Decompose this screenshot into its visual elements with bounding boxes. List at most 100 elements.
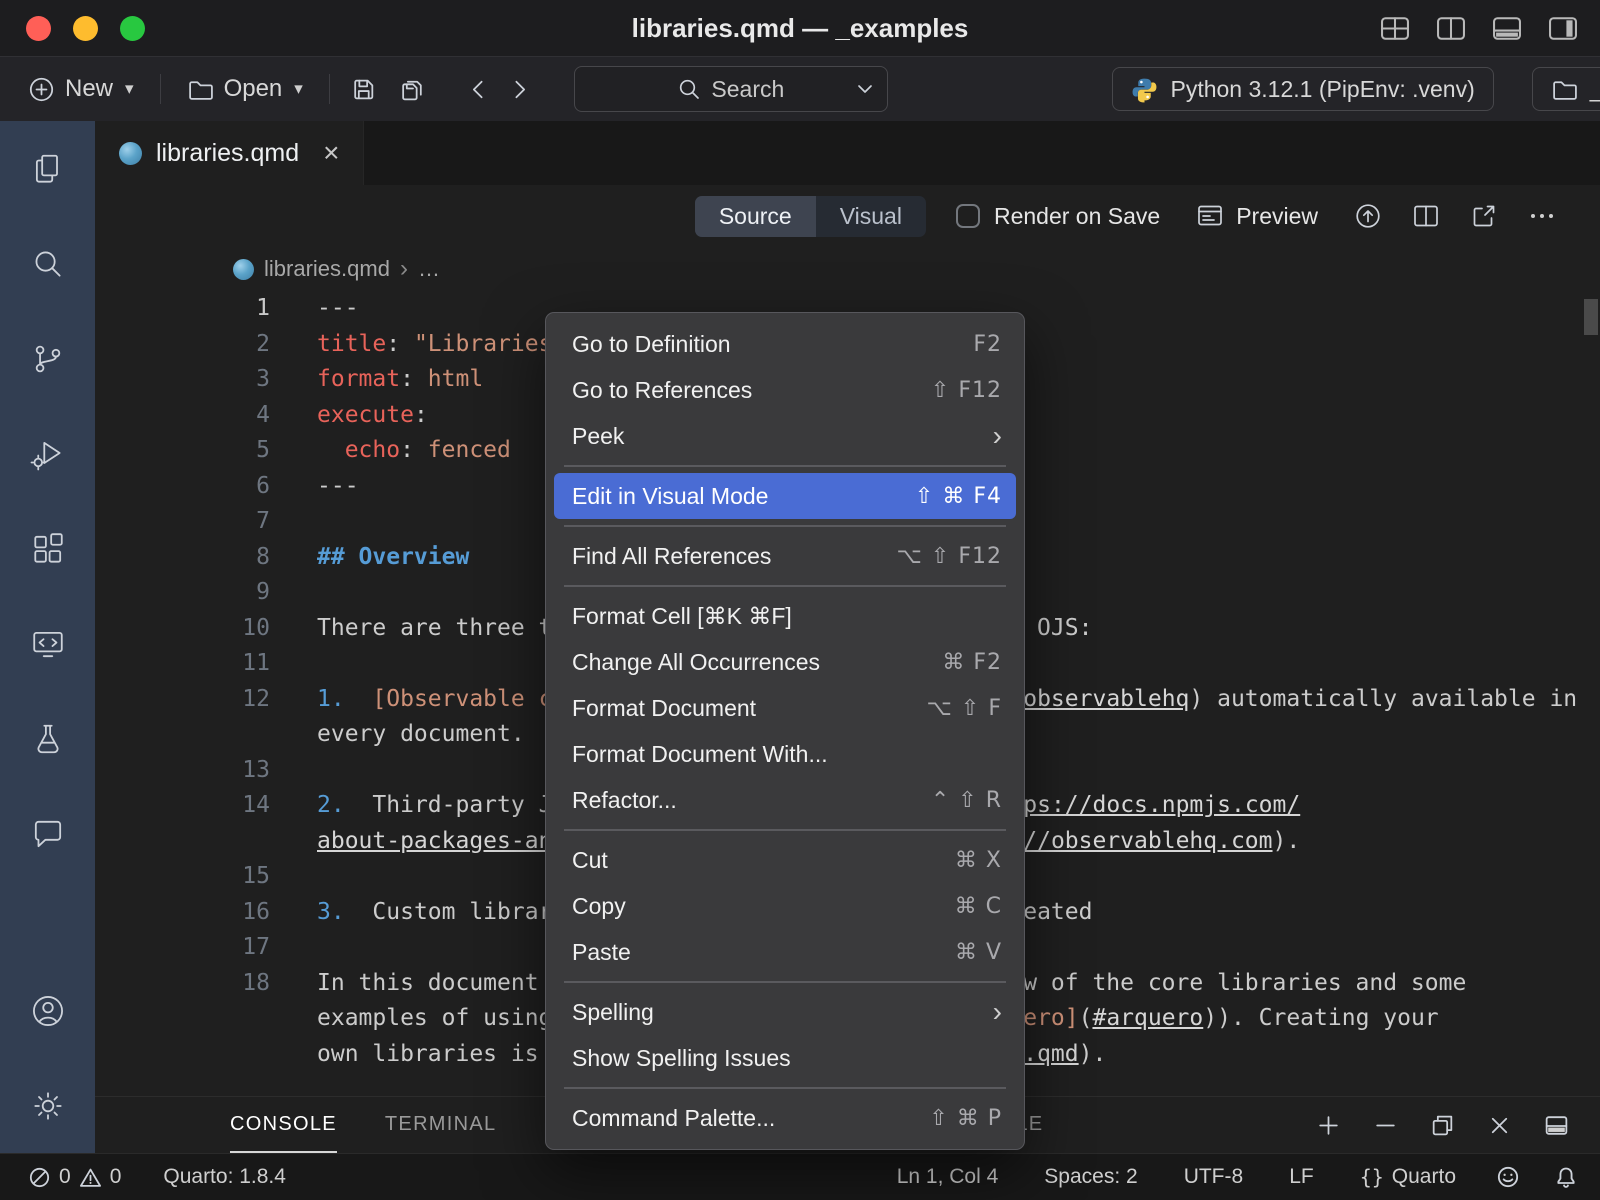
menu-item-format-document-with[interactable]: Format Document With...	[554, 731, 1016, 777]
workspace-button[interactable]: _examples	[1532, 67, 1600, 111]
breadcrumb-more[interactable]: …	[418, 256, 440, 282]
activity-bar	[0, 121, 95, 1153]
language-mode-status[interactable]: {} Quarto	[1354, 1164, 1462, 1190]
notifications-button[interactable]	[1554, 1165, 1578, 1189]
render-on-save-checkbox[interactable]	[956, 204, 980, 228]
preview-button[interactable]: Preview	[1190, 201, 1324, 231]
search-dropdown[interactable]	[855, 79, 875, 99]
sidebar-item-explorer[interactable]	[0, 121, 95, 216]
feedback-button[interactable]	[1496, 1165, 1520, 1189]
window-controls	[0, 16, 145, 41]
folder-icon	[1551, 76, 1578, 103]
main-toolbar: New ▾ Open ▾ Search	[0, 56, 1600, 121]
sidebar-item-run-debug[interactable]	[0, 406, 95, 501]
sidebar-item-testing[interactable]	[0, 691, 95, 786]
line-number: 18	[95, 966, 270, 1002]
open-button[interactable]: Open ▾	[181, 74, 309, 104]
menu-item-cut[interactable]: Cut⌘ X	[554, 837, 1016, 883]
code-text: execute:	[317, 398, 428, 434]
tab-source-mode[interactable]: Source	[695, 196, 816, 237]
menu-item-show-spelling-issues[interactable]: Show Spelling Issues	[554, 1035, 1016, 1081]
toggle-panel-button[interactable]	[1492, 16, 1522, 41]
restore-panel-button[interactable]	[1429, 1112, 1456, 1139]
save-all-icon	[399, 76, 426, 103]
open-in-new-window-button[interactable]	[1470, 202, 1498, 230]
cursor-position-status[interactable]: Ln 1, Col 4	[891, 1164, 1005, 1190]
source-visual-toggle: Source Visual	[695, 196, 926, 237]
render-button[interactable]	[1354, 202, 1382, 230]
code-text: ---	[317, 469, 359, 505]
menu-item-label: Go to References	[572, 377, 752, 404]
more-actions-button[interactable]	[1528, 202, 1556, 230]
menu-separator	[564, 465, 1006, 467]
quarto-version-status[interactable]: Quarto: 1.8.4	[157, 1164, 292, 1190]
toggle-sidebar-button[interactable]	[1548, 16, 1578, 41]
panel-layout-button[interactable]	[1543, 1112, 1570, 1139]
menu-item-refactor[interactable]: Refactor...⌃ ⇧ R	[554, 777, 1016, 823]
split-editor-button[interactable]	[1412, 202, 1440, 230]
menu-item-format-cell-k-f[interactable]: Format Cell [⌘K ⌘F]	[554, 593, 1016, 639]
save-all-button[interactable]	[399, 76, 426, 103]
breadcrumb[interactable]: libraries.qmd › …	[95, 247, 1600, 291]
layout-controls	[1380, 16, 1578, 41]
zoom-window-button[interactable]	[120, 16, 145, 41]
run-debug-icon	[30, 436, 66, 472]
customize-layout-button[interactable]	[1380, 16, 1410, 41]
menu-separator	[564, 829, 1006, 831]
menu-item-spelling[interactable]: Spelling›	[554, 989, 1016, 1035]
panel-tab-console[interactable]: CONSOLE	[230, 1097, 337, 1153]
editor-scrollbar-thumb[interactable]	[1584, 299, 1598, 335]
menu-item-edit-in-visual-mode[interactable]: Edit in Visual Mode⇧ ⌘ F4	[554, 473, 1016, 519]
flask-icon	[30, 721, 66, 757]
sidebar-item-extensions[interactable]	[0, 501, 95, 596]
breadcrumb-file[interactable]: libraries.qmd	[264, 256, 390, 282]
close-window-button[interactable]	[26, 16, 51, 41]
line-number: 16	[95, 895, 270, 931]
sidebar-item-source-control[interactable]	[0, 311, 95, 406]
menu-item-change-all-occurrences[interactable]: Change All Occurrences⌘ F2	[554, 639, 1016, 685]
chevron-right-icon	[508, 76, 532, 103]
menu-item-copy[interactable]: Copy⌘ C	[554, 883, 1016, 929]
sidebar-item-search[interactable]	[0, 216, 95, 311]
minimize-panel-button[interactable]	[1372, 1112, 1399, 1139]
navigate-back-button[interactable]	[466, 76, 490, 103]
python-interpreter-selector[interactable]: Python 3.12.1 (PipEnv: .venv)	[1112, 67, 1493, 111]
close-panel-button[interactable]	[1486, 1112, 1513, 1139]
sidebar-item-settings[interactable]	[0, 1058, 95, 1153]
menu-item-label: Refactor...	[572, 787, 677, 814]
chevron-left-icon	[466, 76, 490, 103]
encoding-status[interactable]: UTF-8	[1178, 1164, 1250, 1190]
line-number: 9	[95, 575, 270, 611]
chevron-down-icon	[855, 79, 875, 99]
sidebar-item-account[interactable]	[0, 963, 95, 1058]
new-console-button[interactable]	[1315, 1112, 1342, 1139]
navigate-forward-button[interactable]	[508, 76, 532, 103]
tab-visual-mode[interactable]: Visual	[816, 196, 926, 237]
account-icon	[30, 993, 66, 1029]
monitor-icon	[30, 626, 66, 662]
menu-item-peek[interactable]: Peek›	[554, 413, 1016, 459]
menu-item-format-document[interactable]: Format Document⌥ ⇧ F	[554, 685, 1016, 731]
new-button[interactable]: New ▾	[22, 74, 140, 104]
toolbar-separator	[329, 74, 330, 104]
sidebar-item-chat[interactable]	[0, 786, 95, 881]
menu-item-command-palette[interactable]: Command Palette...⇧ ⌘ P	[554, 1095, 1016, 1141]
minimize-window-button[interactable]	[73, 16, 98, 41]
columns-layout-icon	[1436, 16, 1466, 41]
menu-item-paste[interactable]: Paste⌘ V	[554, 929, 1016, 975]
menu-item-go-to-definition[interactable]: Go to DefinitionF2	[554, 321, 1016, 367]
indentation-status[interactable]: Spaces: 2	[1038, 1164, 1143, 1190]
menu-item-find-all-references[interactable]: Find All References⌥ ⇧ F12	[554, 533, 1016, 579]
eol-status[interactable]: LF	[1283, 1164, 1320, 1190]
files-icon	[30, 151, 66, 187]
split-columns-button[interactable]	[1436, 16, 1466, 41]
problems-status[interactable]: 0 0	[22, 1164, 127, 1190]
menu-item-go-to-references[interactable]: Go to References⇧ F12	[554, 367, 1016, 413]
search-box[interactable]: Search	[574, 66, 888, 112]
tab-libraries-qmd[interactable]: libraries.qmd ×	[95, 121, 364, 185]
save-button[interactable]	[350, 76, 377, 103]
close-tab-icon[interactable]: ×	[323, 139, 339, 167]
sidebar-item-viewer[interactable]	[0, 596, 95, 691]
panel-tab-terminal[interactable]: TERMINAL	[385, 1097, 497, 1153]
bell-icon	[1554, 1165, 1578, 1189]
